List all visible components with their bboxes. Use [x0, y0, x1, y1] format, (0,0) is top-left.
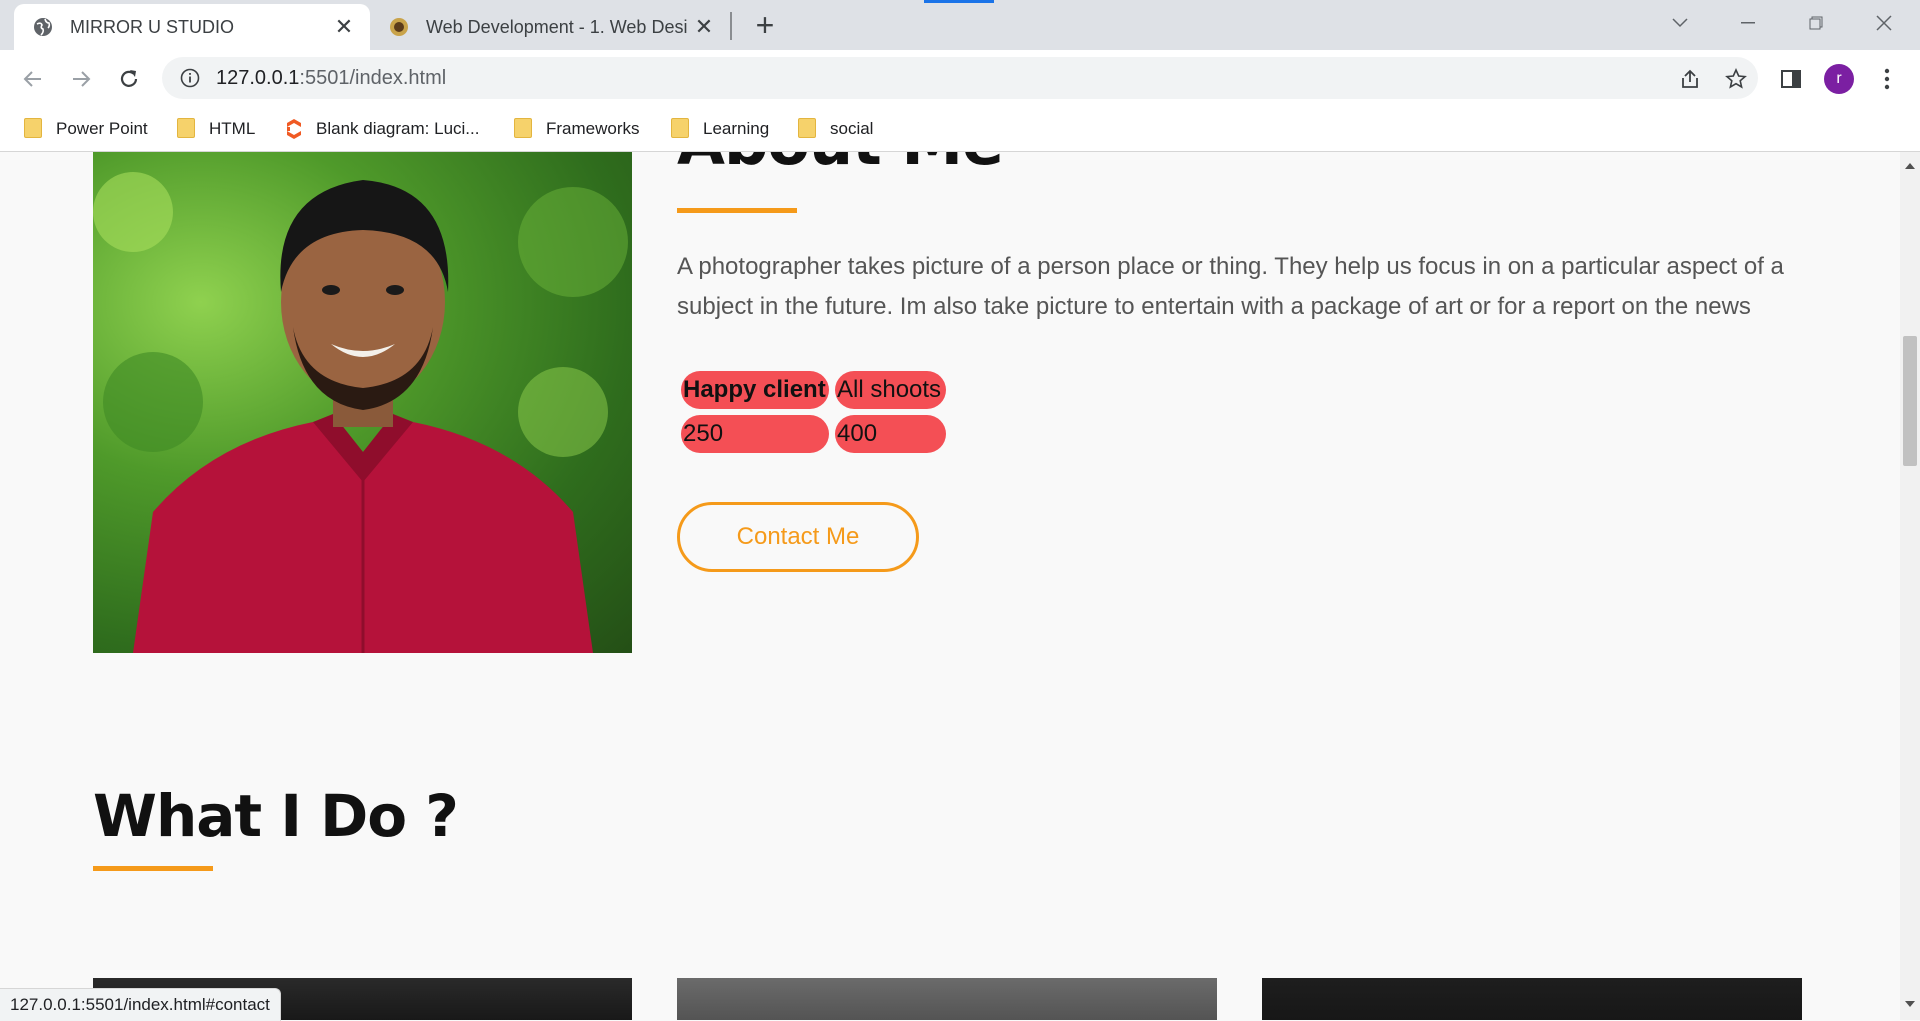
url-path: :5501/index.html: [299, 66, 447, 89]
globe-icon: [32, 16, 54, 38]
stat-header-all-shoots: All shoots: [835, 371, 946, 409]
profile-photo: [93, 152, 632, 653]
tab-web-development[interactable]: Web Development - 1. Web Desi ✕: [374, 4, 730, 50]
bookmark-label: Frameworks: [546, 119, 640, 138]
tab-title: MIRROR U STUDIO: [70, 16, 234, 37]
course-logo-icon: [388, 16, 410, 38]
url-text: 127.0.0.1:5501/index.html: [216, 67, 446, 90]
stat-value-happy-client: 250: [681, 415, 829, 453]
services-heading: What I Do ?: [93, 782, 459, 850]
bookmark-star-icon[interactable]: [1722, 65, 1750, 93]
close-tab-icon[interactable]: ✕: [692, 14, 716, 39]
profile-button[interactable]: r: [1822, 62, 1856, 96]
page-viewport: About Me A photographer takes picture of…: [0, 152, 1900, 1020]
minimize-button[interactable]: [1714, 0, 1782, 46]
link-status-bar: 127.0.0.1:5501/index.html#contact: [0, 988, 281, 1021]
bookmark-label: Blank diagram: Luci...: [316, 119, 480, 138]
share-icon[interactable]: [1676, 65, 1704, 93]
heading-underline: [677, 208, 797, 213]
bookmarks-bar: Power Point HTML Blank diagram: Luci... …: [0, 106, 1920, 152]
bookmark-social[interactable]: social: [798, 114, 873, 144]
service-image: [677, 978, 1217, 1020]
folder-icon: [24, 118, 44, 140]
back-button[interactable]: [16, 62, 50, 96]
bookmark-frameworks[interactable]: Frameworks: [514, 114, 640, 144]
tab-strip: MIRROR U STUDIO ✕ Web Development - 1. W…: [0, 0, 1920, 50]
services-heading-underline: [93, 866, 213, 871]
more-menu-icon[interactable]: [1870, 62, 1904, 96]
browser-toolbar: 127.0.0.1:5501/index.html r: [0, 50, 1920, 106]
folder-icon: [671, 118, 691, 140]
address-bar[interactable]: 127.0.0.1:5501/index.html: [162, 57, 1758, 99]
bookmark-label: Learning: [703, 119, 770, 138]
tab-mirror-u-studio[interactable]: MIRROR U STUDIO ✕: [14, 4, 370, 50]
reload-button[interactable]: [112, 62, 146, 96]
folder-icon: [798, 118, 818, 140]
page-scrollbar[interactable]: [1900, 152, 1920, 1020]
folder-icon: [514, 118, 534, 140]
contact-me-button[interactable]: Contact Me: [677, 502, 919, 572]
restore-button[interactable]: [1782, 0, 1850, 46]
tab-title: Web Development - 1. Web Desi: [426, 16, 688, 37]
bookmark-lucidchart[interactable]: Blank diagram: Luci...: [284, 114, 479, 144]
stat-value-all-shoots: 400: [835, 415, 946, 453]
bookmark-html[interactable]: HTML: [177, 114, 255, 144]
url-host: 127.0.0.1: [216, 66, 300, 89]
scroll-down-icon[interactable]: [1904, 998, 1916, 1010]
about-heading: About Me: [677, 152, 1004, 179]
folder-icon: [177, 118, 197, 140]
stat-header-happy-client: Happy client: [681, 371, 829, 409]
bookmark-label: HTML: [209, 119, 256, 138]
tab-divider: [730, 12, 732, 40]
bookmark-power-point[interactable]: Power Point: [24, 114, 148, 144]
site-info-icon[interactable]: [178, 66, 202, 90]
side-panel-icon[interactable]: [1774, 62, 1808, 96]
close-window-button[interactable]: [1850, 0, 1918, 46]
tab-search-icon[interactable]: [1646, 0, 1714, 46]
about-description: A photographer takes picture of a person…: [677, 253, 1784, 320]
close-tab-icon[interactable]: ✕: [332, 14, 356, 39]
tab-loading-indicator: [924, 0, 994, 3]
bookmark-label: Power Point: [56, 119, 148, 138]
avatar: r: [1824, 64, 1854, 94]
bookmark-label: social: [830, 119, 874, 138]
bookmark-learning[interactable]: Learning: [671, 114, 769, 144]
forward-button[interactable]: [64, 62, 98, 96]
lucid-icon: [284, 118, 304, 140]
new-tab-button[interactable]: +: [748, 7, 782, 43]
scrollbar-thumb[interactable]: [1903, 336, 1917, 466]
service-image: [1262, 978, 1802, 1020]
scroll-up-icon[interactable]: [1904, 160, 1916, 172]
